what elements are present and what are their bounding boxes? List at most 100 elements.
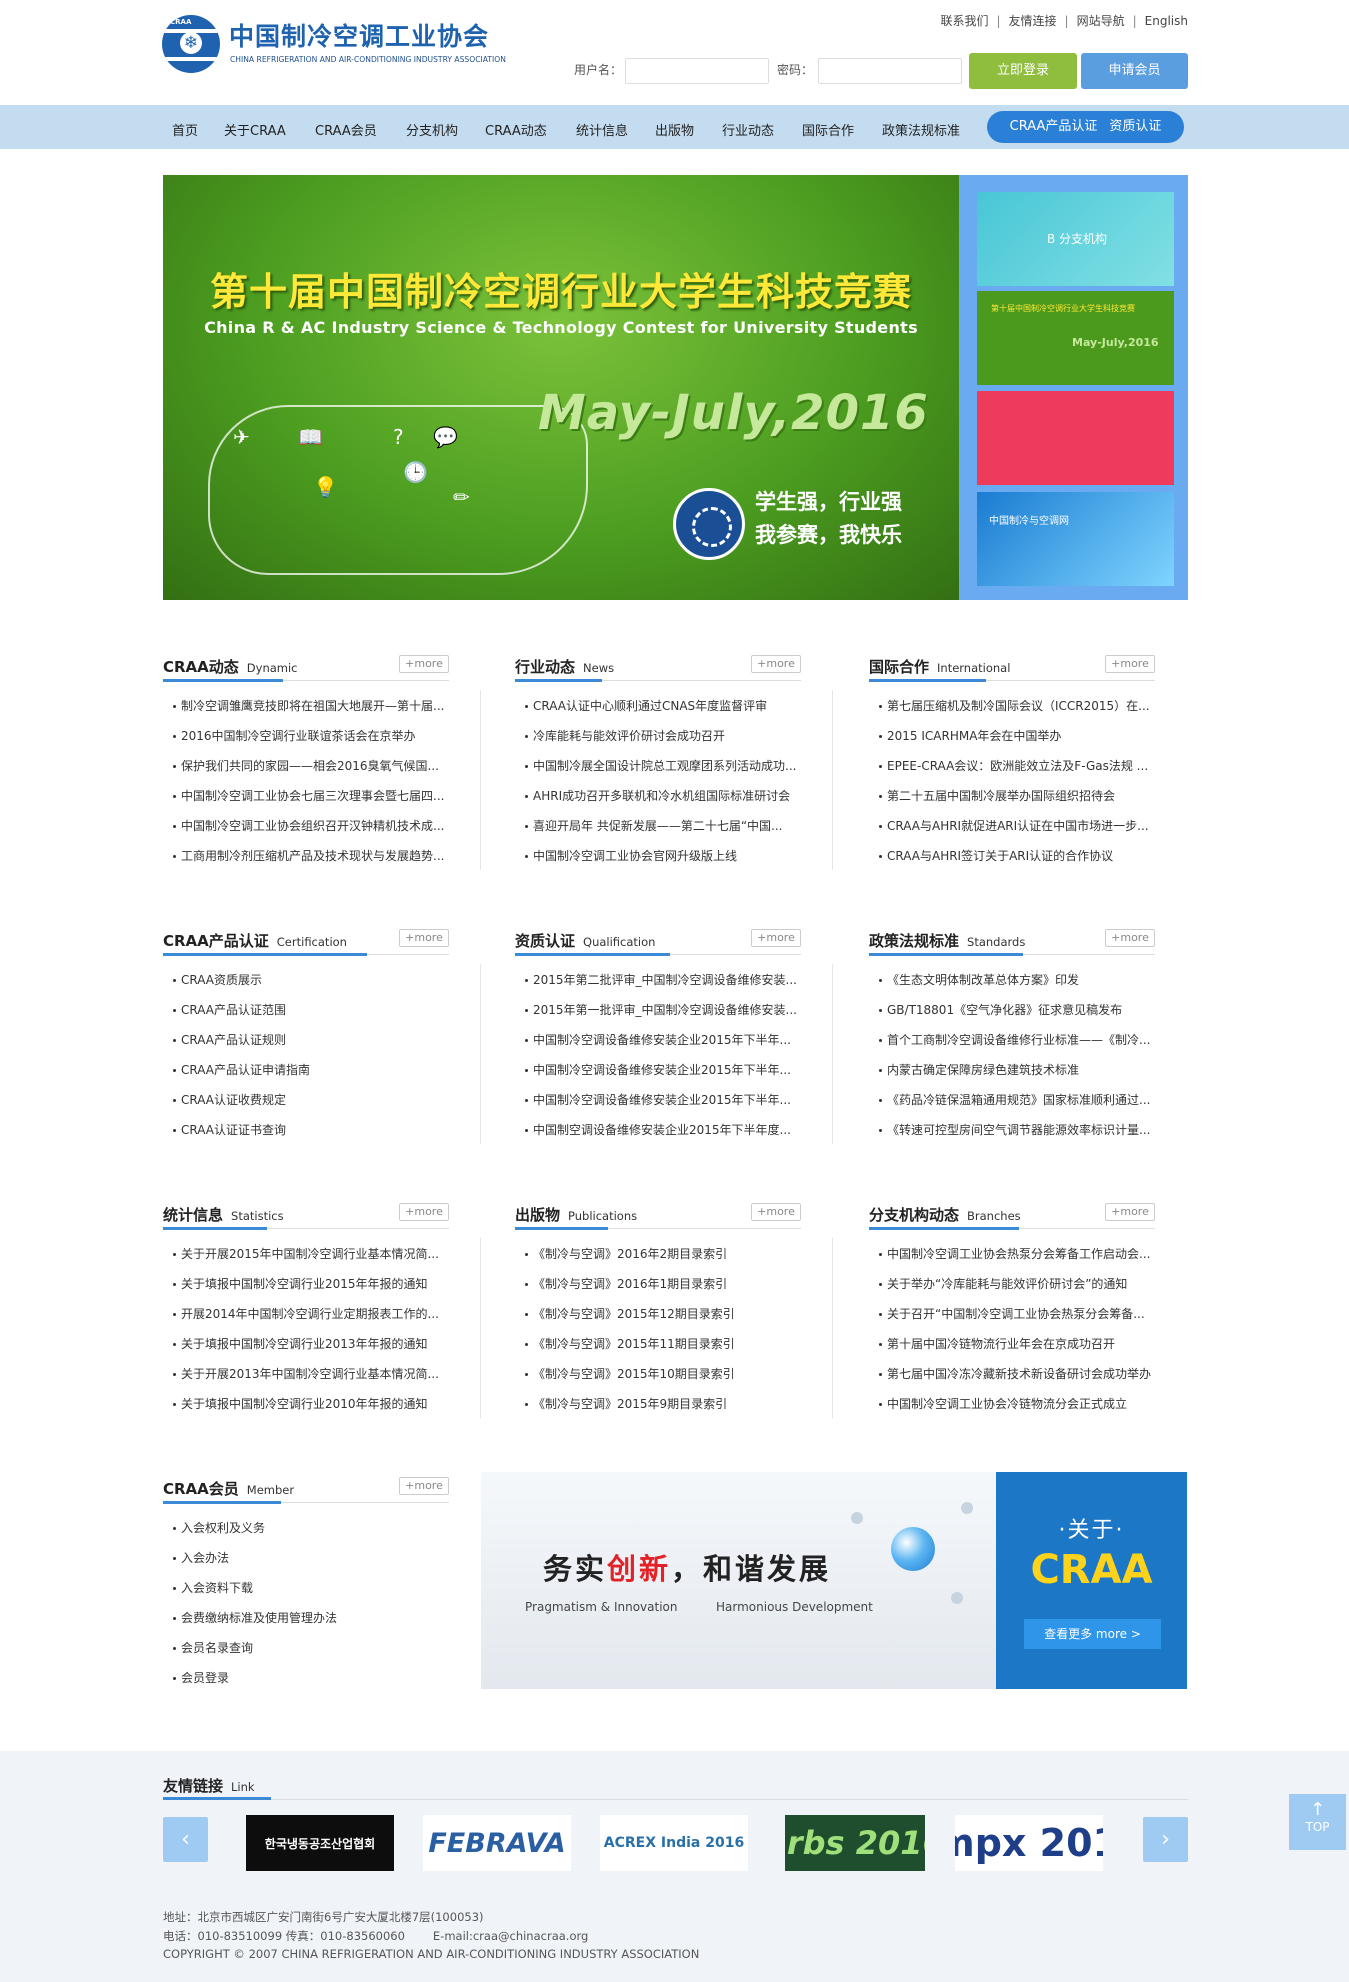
- list-item[interactable]: CRAA认证证书查询: [163, 1115, 449, 1145]
- list-item[interactable]: 《药品冷链保温箱通用规范》国家标准顺利通过...: [869, 1085, 1155, 1115]
- section-title[interactable]: 行业动态 News: [515, 656, 614, 677]
- list-item[interactable]: 《制冷与空调》2015年12期目录索引: [515, 1299, 801, 1329]
- username-input[interactable]: [625, 58, 769, 84]
- nav-item-branches[interactable]: 分支机构: [406, 120, 458, 139]
- list-item[interactable]: CRAA与AHRI就促进ARI认证在中国市场进一步...: [869, 811, 1155, 841]
- list-item[interactable]: 会员登录: [163, 1663, 449, 1693]
- list-item[interactable]: 保护我们共同的家园——相会2016臭氧气候国...: [163, 751, 449, 781]
- nav-pill-product-cert[interactable]: CRAA产品认证: [1010, 119, 1098, 134]
- section-title[interactable]: CRAA会员 Member: [163, 1478, 294, 1499]
- list-item[interactable]: CRAA产品认证申请指南: [163, 1055, 449, 1085]
- list-item[interactable]: 关于开展2013年中国制冷空调行业基本情况简...: [163, 1359, 449, 1389]
- list-item[interactable]: 中国制冷空调工业协会冷链物流分会正式成立: [869, 1389, 1155, 1419]
- list-item[interactable]: 2015年第二批评审_中国制冷空调设备维修安装...: [515, 965, 801, 995]
- top-link-contact[interactable]: 联系我们: [940, 12, 988, 29]
- more-button[interactable]: +more: [399, 1203, 449, 1221]
- list-item[interactable]: 中国制冷空调设备维修安装企业2015年下半年...: [515, 1085, 801, 1115]
- list-item[interactable]: 制冷空调雏鹰竞技即将在祖国大地展开—第十届...: [163, 691, 449, 721]
- nav-item-home[interactable]: 首页: [172, 120, 198, 139]
- nav-item-members[interactable]: CRAA会员: [315, 120, 377, 139]
- section-title[interactable]: 国际合作 International: [869, 656, 1010, 677]
- section-title[interactable]: CRAA产品认证 Certification: [163, 930, 347, 951]
- nav-item-international[interactable]: 国际合作: [802, 120, 854, 139]
- login-button[interactable]: 立即登录: [969, 53, 1077, 89]
- thumbnail-craa-net[interactable]: 中国制冷与空调网: [977, 492, 1174, 586]
- partner-logo-karac[interactable]: 한국냉동공조산업협회: [246, 1815, 394, 1871]
- more-button[interactable]: +more: [399, 1477, 449, 1495]
- more-button[interactable]: +more: [399, 655, 449, 673]
- list-item[interactable]: CRAA认证收费规定: [163, 1085, 449, 1115]
- list-item[interactable]: 第七届中国冷冻冷藏新技术新设备研讨会成功举办: [869, 1359, 1155, 1389]
- section-title[interactable]: 出版物 Publications: [515, 1204, 637, 1225]
- list-item[interactable]: 中国制冷空调工业协会七届三次理事会暨七届四...: [163, 781, 449, 811]
- thumbnail-branches[interactable]: B 分支机构: [977, 192, 1174, 286]
- partner-logo-arbs[interactable]: arbs 2016: [785, 1815, 925, 1871]
- list-item[interactable]: 关于召开“中国制冷空调工业协会热泵分会筹备...: [869, 1299, 1155, 1329]
- list-item[interactable]: 中国制冷展全国设计院总工观摩团系列活动成功...: [515, 751, 801, 781]
- section-title[interactable]: CRAA动态 Dynamic: [163, 656, 298, 677]
- list-item[interactable]: 《制冷与空调》2016年1期目录索引: [515, 1269, 801, 1299]
- section-title[interactable]: 分支机构动态 Branches: [869, 1204, 1021, 1225]
- list-item[interactable]: 内蒙古确定保障房绿色建筑技术标准: [869, 1055, 1155, 1085]
- back-to-top-button[interactable]: ↑ TOP: [1289, 1794, 1346, 1850]
- section-title[interactable]: 政策法规标准 Standards: [869, 930, 1025, 951]
- list-item[interactable]: 首个工商制冷空调设备维修行业标准——《制冷...: [869, 1025, 1155, 1055]
- list-item[interactable]: CRAA与AHRI签订关于ARI认证的合作协议: [869, 841, 1155, 871]
- list-item[interactable]: 第七届压缩机及制冷国际会议（ICCR2015）在...: [869, 691, 1155, 721]
- list-item[interactable]: 第十届中国冷链物流行业年会在京成功召开: [869, 1329, 1155, 1359]
- list-item[interactable]: 会费缴纳标准及使用管理办法: [163, 1603, 449, 1633]
- list-item[interactable]: 关于开展2015年中国制冷空调行业基本情况简...: [163, 1239, 449, 1269]
- site-logo[interactable]: CRAA ❄ 中国制冷空调工业协会 CHINA REFRIGERATION AN…: [162, 15, 507, 75]
- list-item[interactable]: CRAA资质展示: [163, 965, 449, 995]
- list-item[interactable]: 中国制冷空调工业协会热泵分会筹备工作启动会...: [869, 1239, 1155, 1269]
- list-item[interactable]: 中国制空调设备维修安装企业2015年下半年度...: [515, 1115, 801, 1145]
- list-item[interactable]: 关于填报中国制冷空调行业2013年年报的通知: [163, 1329, 449, 1359]
- nav-item-industry-news[interactable]: 行业动态: [722, 120, 774, 139]
- list-item[interactable]: 入会权利及义务: [163, 1513, 449, 1543]
- partner-logo-cmpx[interactable]: cmpx 2016: [955, 1815, 1103, 1871]
- nav-item-dynamic[interactable]: CRAA动态: [485, 120, 547, 139]
- list-item[interactable]: CRAA认证中心顺利通过CNAS年度监督评审: [515, 691, 801, 721]
- list-item[interactable]: 2015年第一批评审_中国制冷空调设备维修安装...: [515, 995, 801, 1025]
- top-link-english[interactable]: English: [1145, 14, 1188, 28]
- list-item[interactable]: 关于填报中国制冷空调行业2010年年报的通知: [163, 1389, 449, 1419]
- section-title[interactable]: 资质认证 Qualification: [515, 930, 655, 951]
- apply-member-button[interactable]: 申请会员: [1081, 53, 1188, 89]
- list-item[interactable]: 中国制冷空调工业协会组织召开汉钟精机技术成...: [163, 811, 449, 841]
- list-item[interactable]: 2015 ICARHMA年会在中国举办: [869, 721, 1155, 751]
- list-item[interactable]: 《制冷与空调》2016年2期目录索引: [515, 1239, 801, 1269]
- list-item[interactable]: 喜迎开局年 共促新发展——第二十七届“中国...: [515, 811, 801, 841]
- partner-logo-acrex[interactable]: ACREX India 2016: [600, 1815, 748, 1871]
- section-title[interactable]: 统计信息 Statistics: [163, 1204, 284, 1225]
- list-item[interactable]: 冷库能耗与能效评价研讨会成功召开: [515, 721, 801, 751]
- list-item[interactable]: EPEE-CRAA会议：欧洲能效立法及F-Gas法规 ...: [869, 751, 1155, 781]
- list-item[interactable]: 会员名录查询: [163, 1633, 449, 1663]
- list-item[interactable]: CRAA产品认证规则: [163, 1025, 449, 1055]
- next-arrow-button[interactable]: ›: [1143, 1817, 1188, 1862]
- list-item[interactable]: 第二十五届中国制冷展举办国际组织招待会: [869, 781, 1155, 811]
- list-item[interactable]: 《转速可控型房间空气调节器能源效率标识计量...: [869, 1115, 1155, 1145]
- list-item[interactable]: CRAA产品认证范围: [163, 995, 449, 1025]
- list-item[interactable]: GB/T18801《空气净化器》征求意见稿发布: [869, 995, 1155, 1025]
- top-link-sitemap[interactable]: 网站导航: [1077, 12, 1125, 29]
- list-item[interactable]: 《制冷与空调》2015年11期目录索引: [515, 1329, 801, 1359]
- hero-banner[interactable]: ✈ 📖 ? 💬 🕒 💡 ✏ 第十届中国制冷空调行业大学生科技竞赛 China R…: [163, 175, 959, 600]
- more-button[interactable]: +more: [1105, 929, 1155, 947]
- nav-item-statistics[interactable]: 统计信息: [576, 120, 628, 139]
- list-item[interactable]: 中国制冷空调设备维修安装企业2015年下半年...: [515, 1055, 801, 1085]
- more-button[interactable]: +more: [751, 655, 801, 673]
- list-item[interactable]: 关于举办“冷库能耗与能效评价研讨会”的通知: [869, 1269, 1155, 1299]
- more-button[interactable]: +more: [1105, 655, 1155, 673]
- list-item[interactable]: 入会办法: [163, 1543, 449, 1573]
- list-item[interactable]: 2016中国制冷空调行业联谊茶话会在京举办: [163, 721, 449, 751]
- list-item[interactable]: 中国制冷空调工业协会官网升级版上线: [515, 841, 801, 871]
- thumbnail-contest[interactable]: 第十届中国制冷空调行业大学生科技竞赛 May-July,2016: [977, 291, 1174, 385]
- list-item[interactable]: 《生态文明体制改革总体方案》印发: [869, 965, 1155, 995]
- about-more-button[interactable]: 查看更多 more >: [1024, 1619, 1161, 1649]
- nav-item-standards[interactable]: 政策法规标准: [882, 120, 960, 139]
- prev-arrow-button[interactable]: ‹: [163, 1817, 208, 1862]
- list-item[interactable]: 关于填报中国制冷空调行业2015年年报的通知: [163, 1269, 449, 1299]
- list-item[interactable]: 中国制冷空调设备维修安装企业2015年下半年...: [515, 1025, 801, 1055]
- list-item[interactable]: 《制冷与空调》2015年10期目录索引: [515, 1359, 801, 1389]
- list-item[interactable]: AHRI成功召开多联机和冷水机组国际标准研讨会: [515, 781, 801, 811]
